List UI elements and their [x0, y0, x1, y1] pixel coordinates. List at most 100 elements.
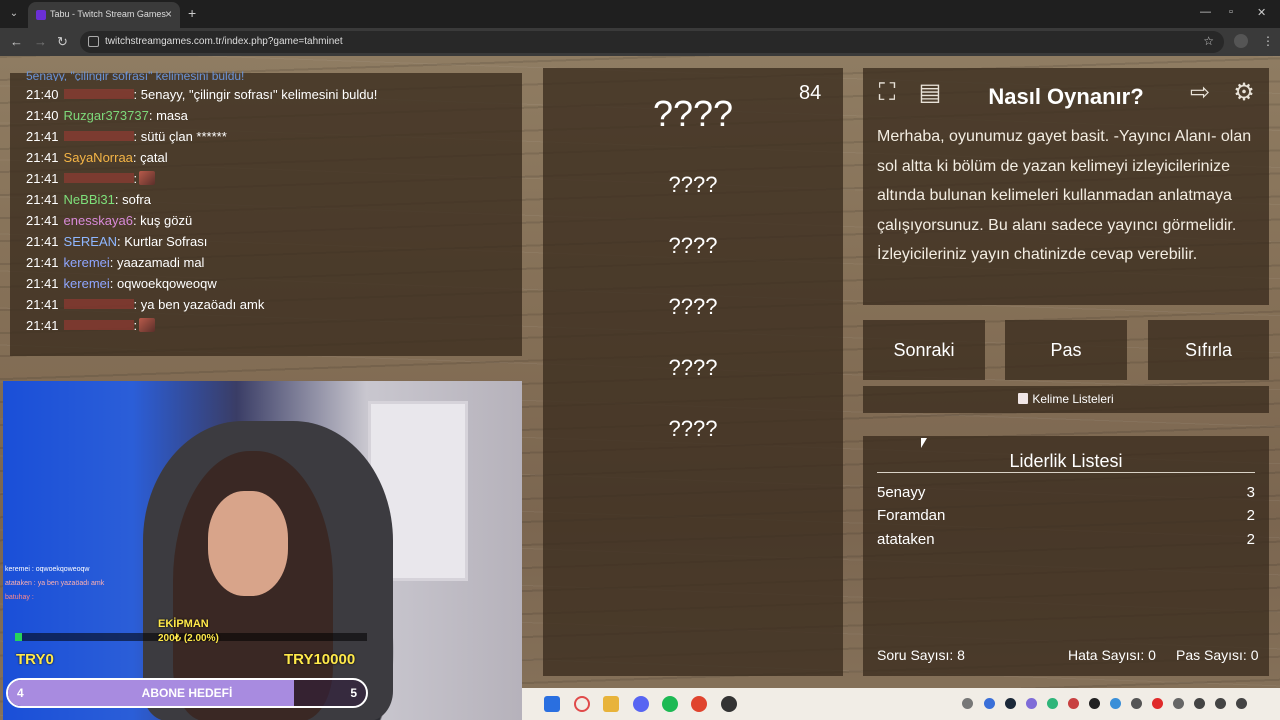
site-info-icon[interactable] [88, 36, 99, 47]
chat-text: : yaazamadi mal [109, 255, 205, 270]
player-score: 2 [1246, 531, 1255, 548]
word-lists-button[interactable]: Kelime Listeleri [863, 386, 1269, 413]
tray-app-icon[interactable] [1068, 698, 1079, 709]
chat-time: 21:41 [26, 129, 59, 144]
how-to-play-text: Merhaba, oyunumuz gayet basit. -Yayıncı … [877, 128, 1252, 263]
chat-text: : [133, 171, 138, 186]
chat-text: : masa [148, 108, 188, 123]
chat-time: 21:40 [26, 108, 59, 123]
chat-text: : ya ben yazaöadı amk [133, 297, 265, 312]
microphone-icon[interactable] [1173, 698, 1184, 709]
chat-time: 21:41 [26, 150, 59, 165]
url-input[interactable]: twitchstreamgames.com.tr/index.php?game=… [80, 31, 1224, 53]
chat-time: 21:41 [26, 171, 59, 186]
chat-time: 21:41 [26, 213, 59, 228]
tray-app-icon[interactable] [1047, 698, 1058, 709]
os-taskbar [522, 688, 1280, 720]
browser-tab[interactable]: Tabu - Twitch Stream Games × [28, 2, 180, 28]
donation-goal-fill [15, 633, 23, 641]
browser-menu-icon[interactable]: ⋮ [1262, 34, 1274, 48]
donation-goal-min: TRY0 [16, 651, 54, 668]
tray-app-icon[interactable] [1194, 698, 1205, 709]
chat-message: 21:40: 5enayy, "çilingir sofrası" kelime… [26, 87, 377, 107]
chat-time: 21:41 [26, 297, 59, 312]
minimize-icon[interactable]: — [1200, 6, 1211, 18]
overlay-chat-line: batuhay : [5, 594, 34, 601]
chat-text: : çatal [132, 150, 168, 165]
plus-icon[interactable]: + [188, 5, 196, 21]
emote-icon [139, 171, 156, 185]
forward-icon[interactable]: → [34, 34, 47, 49]
windows-start-icon[interactable] [544, 696, 560, 712]
next-button[interactable]: Sonraki [863, 320, 985, 380]
pass-button[interactable]: Pas [1005, 320, 1127, 380]
chat-username[interactable] [63, 320, 134, 330]
emote-icon [139, 318, 156, 332]
opera-icon[interactable] [574, 696, 590, 712]
volume-icon[interactable] [1236, 698, 1247, 709]
exit-icon[interactable]: ⇨ [1185, 78, 1215, 108]
chat-text: : sofra [114, 192, 151, 207]
overlay-chat-line: atataken : ya ben yazaöadı amk [5, 580, 105, 587]
taboo-word: ???? [668, 294, 718, 319]
chat-username[interactable]: NeBBi31 [64, 192, 115, 207]
tray-chevron-icon[interactable] [962, 698, 973, 709]
mouse-cursor [921, 438, 927, 448]
tray-app-icon[interactable] [984, 698, 995, 709]
chat-username[interactable] [63, 131, 134, 141]
chat-username[interactable]: SayaNorraa [64, 150, 133, 165]
player-score: 2 [1246, 507, 1255, 524]
close-icon[interactable]: × [165, 7, 172, 21]
chat-line-partial: 5enayy, "çilingir sofrası" kelimesini bu… [26, 69, 245, 81]
tray-app-icon[interactable] [1131, 698, 1142, 709]
gear-icon[interactable]: ⚙ [1229, 78, 1259, 108]
tray-app-icon[interactable] [1110, 698, 1121, 709]
wifi-icon[interactable] [1215, 698, 1226, 709]
word-panel: 84 ???? ???? ???? ???? ???? ???? [543, 68, 843, 676]
chat-text: : Kurtlar Sofrası [117, 234, 208, 249]
restore-icon[interactable]: ▫ [1229, 6, 1233, 18]
donation-goal-amount: 200₺ (2.00%) [158, 633, 219, 644]
chat-username[interactable]: keremei [64, 255, 110, 270]
tab-menu-icon[interactable]: ⌄ [6, 6, 22, 22]
donation-goal-max: TRY10000 [284, 651, 356, 668]
profile-avatar[interactable] [1234, 34, 1248, 48]
chat-username[interactable]: keremei [64, 276, 110, 291]
chat-message: 21:41: [26, 318, 156, 338]
game-page: 5enayy, "çilingir sofrası" kelimesini bu… [0, 56, 1280, 720]
spotify-icon[interactable] [662, 696, 678, 712]
chat-username[interactable] [63, 89, 134, 99]
folder-icon[interactable] [603, 696, 619, 712]
window-close-icon[interactable]: ✕ [1257, 6, 1266, 19]
leaderboard-row: atataken 2 [877, 531, 1255, 553]
leaderboard-panel: Liderlik Listesi 5enayy 3 Foramdan 2 ata… [863, 436, 1269, 676]
steam-icon[interactable] [1005, 698, 1016, 709]
chat-username[interactable]: SEREAN [64, 234, 117, 249]
discord-icon[interactable] [633, 696, 649, 712]
taboo-word: ???? [668, 416, 718, 441]
subscriber-goal-label: ABONE HEDEFİ [141, 686, 233, 700]
chat-text: : oqwoekqoweoqw [109, 276, 217, 291]
chat-message: 21:41 keremei: yaazamadi mal [26, 255, 204, 275]
tray-app-icon[interactable] [1026, 698, 1037, 709]
chat-message: 21:41 SEREAN: Kurtlar Sofrası [26, 234, 207, 254]
chat-message: 21:41 enesskaya6: kuş gözü [26, 213, 192, 233]
taboo-word: ???? [668, 172, 718, 197]
chat-text: : sütü çlan ****** [133, 129, 227, 144]
target-word: ???? [652, 93, 734, 134]
player-name: atataken [877, 531, 935, 548]
chat-username[interactable] [63, 173, 134, 183]
back-icon[interactable]: ← [10, 34, 23, 49]
obs-icon[interactable] [721, 696, 737, 712]
chat-time: 21:41 [26, 192, 59, 207]
tray-app-icon[interactable] [1089, 698, 1100, 709]
chat-username[interactable]: enesskaya6 [64, 213, 133, 228]
reset-button[interactable]: Sıfırla [1148, 320, 1269, 380]
chat-username[interactable] [63, 299, 134, 309]
chrome-icon[interactable] [691, 696, 707, 712]
star-icon[interactable]: ☆ [1203, 34, 1214, 48]
tray-app-icon[interactable] [1152, 698, 1163, 709]
player-name: 5enayy [877, 484, 926, 501]
chat-username[interactable]: Ruzgar373737 [64, 108, 149, 123]
reload-icon[interactable]: ↻ [57, 34, 68, 50]
